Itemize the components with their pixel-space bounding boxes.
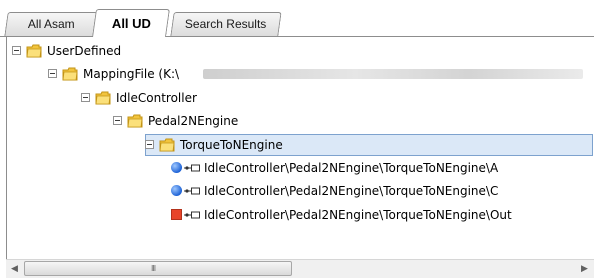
port-label: IdleController\Pedal2NEngine\TorqueToNEn… bbox=[204, 184, 499, 198]
tree-node-torquetonengine[interactable]: TorqueToNEngine bbox=[7, 134, 587, 156]
folder-icon bbox=[159, 138, 175, 152]
port-connector-icon bbox=[184, 164, 200, 172]
collapse-icon[interactable] bbox=[113, 116, 122, 125]
tree-node-idlecontroller[interactable]: IdleController bbox=[7, 87, 587, 109]
tab-all-asam[interactable]: All Asam bbox=[4, 12, 98, 36]
folder-icon bbox=[62, 67, 78, 81]
scrollbar-grip: III bbox=[151, 264, 156, 273]
horizontal-scrollbar[interactable]: ◀ III ▶ bbox=[6, 259, 594, 278]
tab-all-ud[interactable]: All UD bbox=[92, 9, 170, 37]
collapse-icon[interactable] bbox=[48, 69, 57, 78]
scrollbar-thumb[interactable]: III bbox=[24, 261, 292, 276]
collapse-icon[interactable] bbox=[81, 93, 90, 102]
folder-icon bbox=[127, 114, 143, 128]
tree-node-mappingfile[interactable]: MappingFile (K:\ bbox=[7, 63, 587, 85]
port-label: IdleController\Pedal2NEngine\TorqueToNEn… bbox=[204, 161, 499, 175]
blue-circle-icon bbox=[171, 185, 182, 196]
tree-leaf-port-a[interactable]: IdleController\Pedal2NEngine\TorqueToNEn… bbox=[7, 157, 587, 179]
tree-node-label: Pedal2NEngine bbox=[148, 114, 239, 128]
port-connector-icon bbox=[184, 211, 200, 219]
tree-leaf-port-c[interactable]: IdleController\Pedal2NEngine\TorqueToNEn… bbox=[7, 180, 587, 202]
port-label: IdleController\Pedal2NEngine\TorqueToNEn… bbox=[204, 208, 512, 222]
collapse-icon[interactable] bbox=[145, 140, 154, 149]
tree-node-pedal2nengine[interactable]: Pedal2NEngine bbox=[7, 110, 587, 132]
tree-node-label: TorqueToNEngine bbox=[180, 138, 283, 152]
port-connector-icon bbox=[184, 187, 200, 195]
tab-search-results[interactable]: Search Results bbox=[170, 12, 282, 36]
tree-node-label: IdleController bbox=[116, 91, 197, 105]
red-square-icon bbox=[171, 209, 182, 220]
tab-strip: All Asam Search Results All UD bbox=[0, 0, 594, 38]
tab-all-asam-label: All Asam bbox=[27, 17, 75, 31]
tree-node-label: MappingFile (K:\ bbox=[83, 67, 180, 81]
tree-leaf-port-out[interactable]: IdleController\Pedal2NEngine\TorqueToNEn… bbox=[7, 204, 587, 226]
scroll-left-arrow-icon[interactable]: ◀ bbox=[6, 260, 23, 278]
tree-node-label: UserDefined bbox=[47, 44, 122, 58]
scroll-right-arrow-icon[interactable]: ▶ bbox=[576, 260, 593, 278]
tab-all-ud-label: All UD bbox=[111, 16, 151, 31]
tree-view[interactable]: UserDefined MappingFile (K:\ IdleControl… bbox=[6, 37, 594, 278]
tree-node-userdefined[interactable]: UserDefined bbox=[7, 40, 587, 62]
collapse-icon[interactable] bbox=[12, 46, 21, 55]
folder-icon bbox=[26, 44, 42, 58]
blue-circle-icon bbox=[171, 162, 182, 173]
tab-search-results-label: Search Results bbox=[185, 17, 267, 31]
redacted-path bbox=[203, 69, 583, 79]
folder-icon bbox=[95, 91, 111, 105]
